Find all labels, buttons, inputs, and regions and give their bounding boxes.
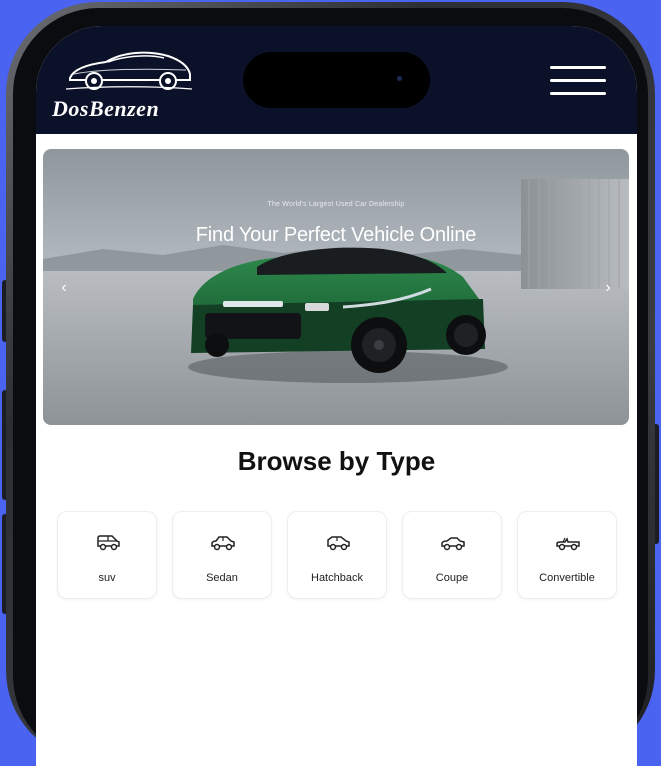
navbar: DosBenzen (36, 26, 637, 134)
hamburger-menu-button[interactable] (550, 66, 606, 98)
type-card-convertible[interactable]: Convertible (517, 511, 617, 599)
type-label: Coupe (435, 572, 469, 584)
type-card-sedan[interactable]: Sedan (172, 511, 272, 599)
coupe-icon (441, 537, 465, 551)
type-card-coupe[interactable]: Coupe (402, 511, 502, 599)
browse-by-type-heading: Browse by Type (237, 446, 436, 476)
car-logo-icon (65, 51, 193, 90)
carousel-next-button[interactable]: › (595, 275, 621, 301)
menu-line-icon (550, 66, 606, 69)
carousel-prev-button[interactable]: ‹ (51, 275, 77, 301)
phone-screen: DosBenzen The World's Largest Used Car D… (36, 26, 637, 766)
hero-car-image (43, 149, 629, 425)
type-label: Sedan (206, 572, 238, 584)
convertible-icon (556, 537, 580, 551)
hero-tagline: The World's Largest Used Car Dealership (267, 201, 405, 208)
type-label: Convertible (539, 572, 595, 584)
type-card-hatchback[interactable]: Hatchback (287, 511, 387, 599)
hero-carousel: The World's Largest Used Car Dealership … (43, 149, 629, 425)
hatchback-icon (327, 536, 350, 551)
brand-logo[interactable]: DosBenzen (52, 40, 202, 126)
menu-line-icon (550, 92, 606, 95)
suv-icon (97, 535, 120, 551)
type-label: suv (98, 572, 116, 584)
brand-name: DosBenzen (52, 96, 160, 121)
type-card-suv[interactable]: suv (57, 511, 157, 599)
vehicle-type-list: suv Sedan Hatchback Coupe Convertible (57, 511, 619, 601)
hero-title: Find Your Perfect Vehicle Online (195, 224, 477, 246)
type-label: Hatchback (311, 572, 363, 584)
camera-icon (397, 76, 402, 81)
sedan-icon (211, 536, 235, 551)
menu-line-icon (550, 79, 606, 82)
dynamic-island (243, 52, 430, 108)
